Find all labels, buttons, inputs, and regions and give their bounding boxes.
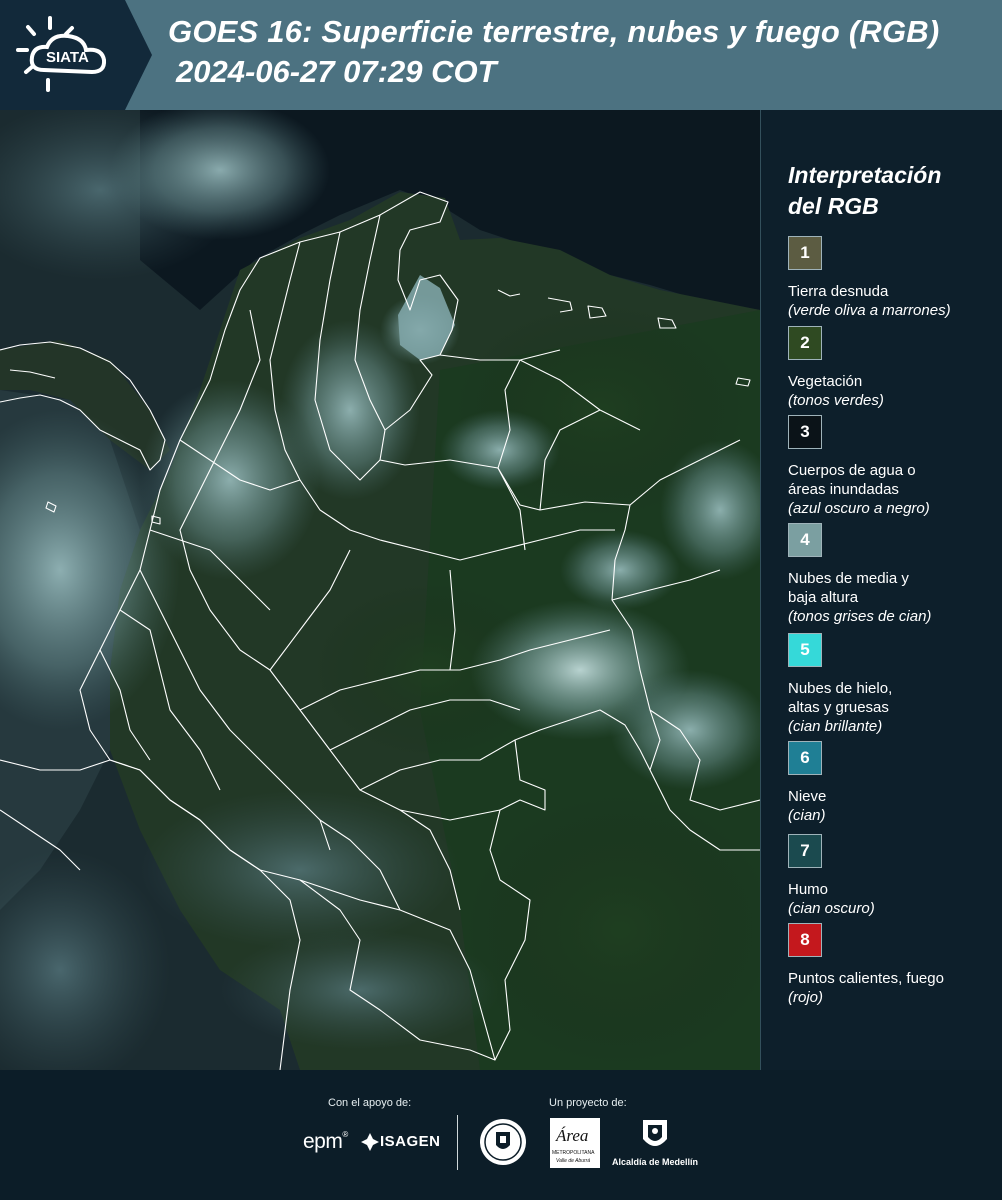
footer: Con el apoyo de: Un proyecto de: epm® IS… xyxy=(0,1070,1002,1200)
legend-swatch: 5 xyxy=(788,633,822,667)
legend-description: (rojo) xyxy=(788,989,824,1006)
shield-icon xyxy=(643,1120,667,1146)
rgb-legend: Interpretación del RGB 1 Tierra desnuda (v… xyxy=(788,160,994,1006)
area-word: Área xyxy=(556,1126,589,1145)
legend-label: Vegetación xyxy=(788,373,863,390)
legend-item: 1 Tierra desnuda (verde oliva a marrones) xyxy=(788,236,951,320)
timestamp: 2024-06-27 07:29 COT xyxy=(176,54,497,89)
legend-swatch: 6 xyxy=(788,741,822,775)
siata-logo: SIATA xyxy=(0,0,152,110)
legend-item: 2 Vegetación (tonos verdes) xyxy=(788,326,884,410)
map-canvas xyxy=(0,110,760,1070)
alcaldia-text: Alcaldía de Medellín xyxy=(612,1157,699,1167)
page-title: GOES 16: Superficie terrestre, nubes y f… xyxy=(168,14,940,49)
legend-item: 3 Cuerpos de agua o áreas inundadas (azul o… xyxy=(788,415,930,518)
legend-label: Nubes de hielo, altas y gruesas xyxy=(788,680,893,716)
university-seal-icon[interactable] xyxy=(478,1117,528,1172)
legend-description: (cian oscuro) xyxy=(788,900,875,917)
legend-swatch: 3 xyxy=(788,415,822,449)
legend-swatch: 2 xyxy=(788,326,822,360)
legend-label: Nubes de media y baja altura xyxy=(788,570,909,606)
legend-description: (cian brillante) xyxy=(788,718,883,735)
legend-swatch: 8 xyxy=(788,923,822,957)
project-label: Un proyecto de: xyxy=(549,1097,627,1109)
area-metropolitana-logo[interactable]: Área METROPOLITANA Valle de Aburrá xyxy=(550,1118,600,1168)
area-sub2: Valle de Aburrá xyxy=(556,1158,591,1164)
footer-separator xyxy=(457,1115,458,1170)
map-divider xyxy=(760,110,761,1070)
legend-swatch: 7 xyxy=(788,834,822,868)
header-bar: SIATA GOES 16: Superficie terrestre, nub… xyxy=(0,0,1002,110)
legend-item: 4 Nubes de media y baja altura (tonos grise… xyxy=(788,523,931,626)
legend-label: Nieve xyxy=(788,788,827,805)
legend-label: Cuerpos de agua o áreas inundadas xyxy=(788,462,916,498)
area-sub1: METROPOLITANA xyxy=(552,1150,595,1156)
legend-description: (cian) xyxy=(788,807,826,824)
legend-description: (tonos verdes) xyxy=(788,392,884,409)
legend-swatch: 4 xyxy=(788,523,822,557)
satellite-map[interactable] xyxy=(0,110,760,1070)
alcaldia-logo[interactable]: Alcaldía de Medellín xyxy=(612,1117,702,1177)
legend-label: Puntos calientes, fuego xyxy=(788,970,944,987)
logo-text: SIATA xyxy=(46,49,89,66)
legend-item: 7 Humo (cian oscuro) xyxy=(788,834,875,918)
epm-text: epm xyxy=(303,1130,343,1153)
legend-label: Humo xyxy=(788,881,829,898)
epm-logo[interactable]: epm® xyxy=(303,1130,348,1154)
legend-description: (verde oliva a marrones) xyxy=(788,302,951,319)
isagen-icon xyxy=(361,1133,379,1151)
legend-title-line2: del RGB xyxy=(788,193,879,219)
legend-title: Interpretación del RGB xyxy=(788,160,994,222)
legend-item: 6 Nieve (cian) xyxy=(788,741,826,825)
legend-item: 8 Puntos calientes, fuego (rojo) xyxy=(788,923,944,1007)
legend-description: (azul oscuro a negro) xyxy=(788,500,930,517)
isagen-text: ISAGEN xyxy=(380,1133,441,1150)
legend-item: 5 Nubes de hielo, altas y gruesas (cian bri… xyxy=(788,633,892,736)
support-label: Con el apoyo de: xyxy=(328,1097,412,1109)
legend-title-line1: Interpretación xyxy=(788,162,942,188)
legend-label: Tierra desnuda xyxy=(788,283,889,300)
legend-description: (tonos grises de cian) xyxy=(788,608,932,625)
legend-swatch: 1 xyxy=(788,236,822,270)
